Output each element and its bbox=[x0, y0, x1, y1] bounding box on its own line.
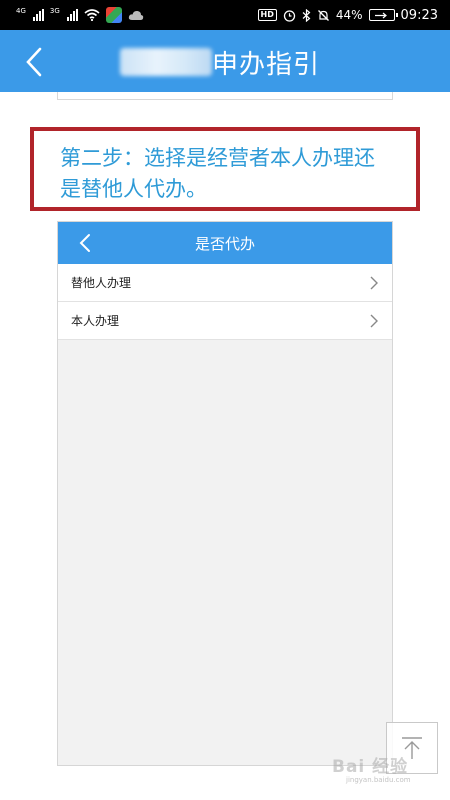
watermark-url: jingyan.baidu.com bbox=[346, 776, 411, 784]
signal-icon bbox=[66, 9, 78, 21]
status-bar: 4G 3G HD 44% 09:23 bbox=[0, 0, 450, 30]
mute-bell-icon bbox=[317, 9, 329, 21]
wifi-icon bbox=[84, 9, 100, 21]
bluetooth-icon bbox=[302, 8, 311, 22]
sim1-label: 4G bbox=[16, 7, 26, 15]
battery-charging-icon bbox=[368, 9, 398, 21]
status-left: 4G 3G bbox=[16, 7, 144, 23]
previous-card-remnant bbox=[57, 92, 393, 100]
chevron-left-icon bbox=[79, 234, 90, 252]
cloud-icon bbox=[128, 10, 144, 20]
hd-badge: HD bbox=[257, 9, 277, 21]
battery-percent: 44% bbox=[335, 8, 363, 22]
inner-header: 是否代办 bbox=[58, 222, 392, 264]
inner-title: 是否代办 bbox=[194, 234, 255, 253]
alarm-icon bbox=[283, 9, 296, 22]
step-instruction-text: 第二步：选择是经营者本人办理还是替他人代办。 bbox=[60, 146, 375, 201]
inner-back-button[interactable] bbox=[72, 230, 98, 256]
page-title: 申办指引 bbox=[212, 50, 321, 80]
app-notification-icon bbox=[105, 7, 122, 23]
chevron-left-icon bbox=[26, 47, 42, 77]
chevron-right-icon bbox=[370, 276, 378, 289]
option-row-self[interactable]: 本人办理 bbox=[58, 302, 392, 340]
option-row-proxy[interactable]: 替他人办理 bbox=[58, 264, 392, 302]
back-button[interactable] bbox=[14, 42, 54, 82]
inner-screenshot: 是否代办 替他人办理 本人办理 bbox=[57, 221, 393, 766]
status-right: HD 44% 09:23 bbox=[257, 7, 438, 23]
option-label: 替他人办理 bbox=[71, 276, 132, 290]
chevron-right-icon bbox=[370, 314, 378, 327]
app-header: 申办指引 bbox=[0, 30, 450, 92]
signal-icon bbox=[32, 9, 44, 21]
sim2-label: 3G bbox=[49, 7, 60, 15]
option-label: 本人办理 bbox=[71, 314, 120, 328]
status-time: 09:23 bbox=[400, 7, 438, 23]
watermark-logo: Bai 经验 bbox=[332, 757, 409, 777]
blurred-region bbox=[120, 48, 212, 76]
step-instruction-box: 第二步：选择是经营者本人办理还是替他人代办。 bbox=[30, 127, 420, 211]
